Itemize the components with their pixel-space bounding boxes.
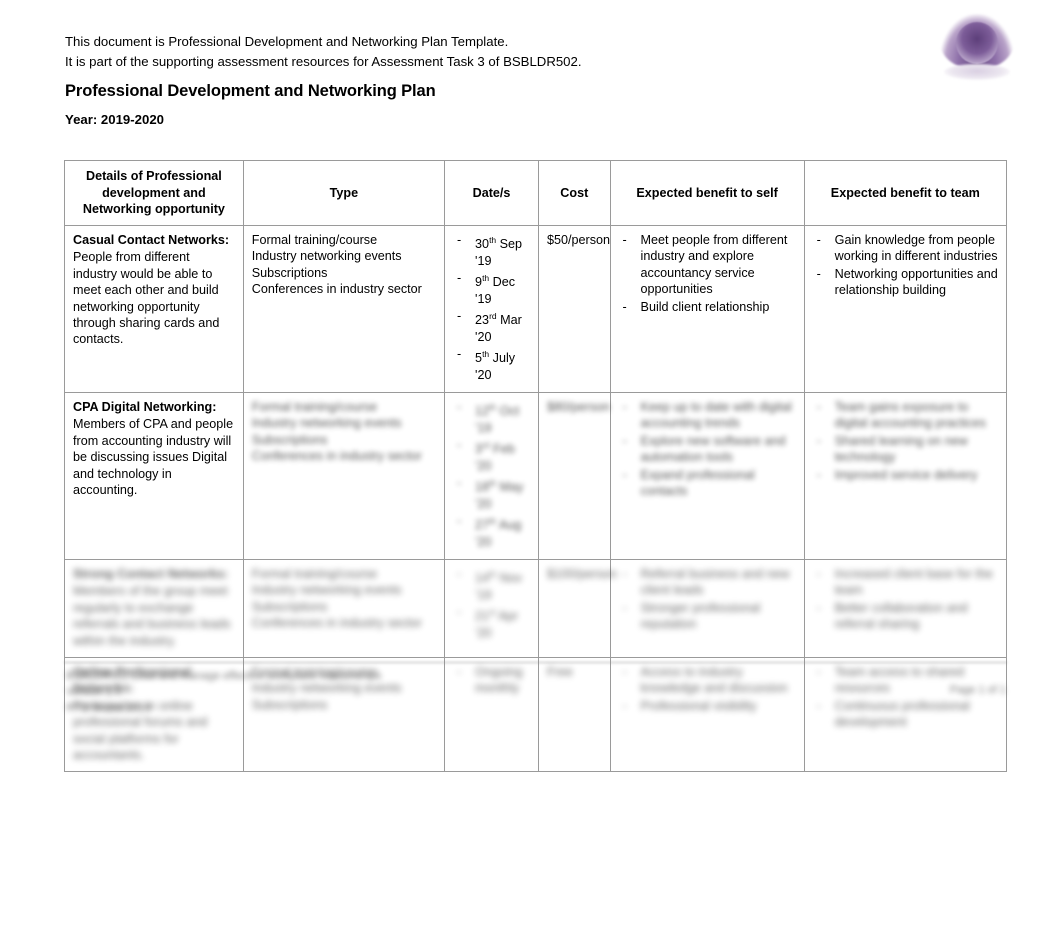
cell-type: Formal training/course Industry networki… <box>242 392 446 560</box>
table-row: CPA Digital Networking: Members of CPA a… <box>64 392 1008 560</box>
cell-benefit-team: Gain knowledge from people working in di… <box>803 225 1008 393</box>
cell-details: Strong Contact Networks: Members of the … <box>64 558 244 659</box>
logo-base-shape <box>944 64 1010 80</box>
date-item: 5th July '20 <box>453 346 530 383</box>
row-title: Strong Contact Networks: <box>73 567 229 581</box>
benefit-item: Shared learning on new technology <box>813 433 998 466</box>
footer-divider <box>64 662 1007 663</box>
cell-type: Formal training/course Industry networki… <box>242 225 446 393</box>
cell-cost: $100/person <box>538 558 617 659</box>
page-footer: BSBLDR502 Lead and manage effective work… <box>66 668 1006 716</box>
benefit-item: Expand professional contacts <box>619 467 796 500</box>
document-page: This document is Professional Developmen… <box>0 0 1062 930</box>
date-item: 3rd Feb '20 <box>453 437 530 474</box>
date-item: 23rd Mar '20 <box>453 308 530 345</box>
table-header-row: Details of Professional development and … <box>64 160 1008 226</box>
intro-line-2: It is part of the supporting assessment … <box>65 54 582 69</box>
type-item: Subscriptions <box>251 265 328 280</box>
plan-year-label: Year: 2019-2020 <box>65 112 164 127</box>
benefit-item: Team gains exposure to digital accountin… <box>813 399 998 432</box>
date-item: 12th Oct '19 <box>453 399 530 436</box>
benefit-item: Better collaboration and referral sharin… <box>813 600 998 633</box>
type-item: Subscriptions <box>251 432 328 447</box>
date-item: 14th Nov '19 <box>453 566 530 603</box>
type-item: Conferences in industry sector <box>251 282 422 297</box>
row-description: Members of CPA and people from accountin… <box>73 417 234 498</box>
type-item: Conferences in industry sector <box>251 616 422 631</box>
column-header-cost: Cost <box>538 160 611 226</box>
benefit-item: Referral business and new client leads <box>619 566 796 599</box>
date-item: 30th Sep '19 <box>453 232 530 269</box>
benefit-item: Build client relationship <box>619 299 796 316</box>
benefit-item: Meet people from different industry and … <box>619 232 796 298</box>
organisation-logo <box>940 8 1014 80</box>
benefit-item: Increased client base for the team <box>813 566 998 599</box>
benefit-item: Keep up to date with digital accounting … <box>619 399 796 432</box>
column-header-details: Details of Professional development and … <box>64 160 244 226</box>
column-header-type: Type <box>242 160 446 226</box>
benefit-item: Improved service delivery <box>813 467 998 484</box>
cell-benefit-team: Team gains exposure to digital accountin… <box>803 392 1008 560</box>
type-item: Formal training/course <box>251 400 378 414</box>
type-item: Subscriptions <box>251 599 328 614</box>
intro-text: This document is Professional Developmen… <box>65 32 582 72</box>
logo-core-shape <box>956 22 998 64</box>
date-item: 21st Apr '20 <box>453 604 530 641</box>
row-description: People from different industry would be … <box>73 250 220 347</box>
date-item: 9th Dec '19 <box>453 270 530 307</box>
footer-line-3: RTO Works 2019 <box>66 702 151 714</box>
cell-cost: $80/person <box>538 392 611 560</box>
footer-page-number: Page 1 of 1 <box>949 684 1006 696</box>
type-item: Industry networking events <box>251 583 402 598</box>
type-item: Formal training/course <box>251 233 378 247</box>
type-item: Industry networking events <box>251 416 402 431</box>
cell-dates: 30th Sep '19 9th Dec '19 23rd Mar '20 5t… <box>444 225 540 393</box>
row-title: CPA Digital Networking: <box>73 400 217 414</box>
cell-details: CPA Digital Networking: Members of CPA a… <box>64 392 244 560</box>
row-title: Casual Contact Networks: <box>73 233 230 247</box>
cell-type: Formal training/course Industry networki… <box>242 558 446 659</box>
cell-dates: 12th Oct '19 3rd Feb '20 18th May '20 27… <box>444 392 540 560</box>
cell-benefit-team: Increased client base for the team Bette… <box>803 558 1008 659</box>
column-header-benefit-self: Expected benefit to self <box>609 160 805 226</box>
benefit-item: Gain knowledge from people working in di… <box>813 232 998 265</box>
date-item: 18th May '20 <box>453 475 530 512</box>
column-header-dates: Date/s <box>444 160 540 226</box>
cell-benefit-self: Keep up to date with digital accounting … <box>609 392 805 560</box>
footer-line-2: Version 1.0 <box>66 686 122 698</box>
type-item: Industry networking events <box>251 249 402 264</box>
benefit-item: Stronger professional reputation <box>619 600 796 633</box>
column-header-benefit-team: Expected benefit to team <box>803 160 1008 226</box>
type-item: Formal training/course <box>251 567 378 581</box>
cell-details: Casual Contact Networks: People from dif… <box>64 225 244 393</box>
page-title: Professional Development and Networking … <box>65 82 436 100</box>
intro-line-1: This document is Professional Developmen… <box>65 34 509 49</box>
benefit-item: Explore new software and automation tool… <box>619 433 796 466</box>
type-item: Conferences in industry sector <box>251 449 422 464</box>
cell-benefit-self: Meet people from different industry and … <box>609 225 805 393</box>
footer-line-1: BSBLDR502 Lead and manage effective work… <box>66 670 382 682</box>
cell-benefit-self: Referral business and new client leads S… <box>609 558 805 659</box>
cell-cost: $50/person <box>538 225 611 393</box>
cell-dates: 14th Nov '19 21st Apr '20 <box>444 558 540 659</box>
benefit-item: Networking opportunities and relationshi… <box>813 266 998 299</box>
row-description: Members of the group meet regularly to e… <box>73 584 231 648</box>
table-row: Casual Contact Networks: People from dif… <box>64 225 1008 393</box>
date-item: 27th Aug '20 <box>453 513 530 550</box>
table-row: Strong Contact Networks: Members of the … <box>64 558 1008 659</box>
